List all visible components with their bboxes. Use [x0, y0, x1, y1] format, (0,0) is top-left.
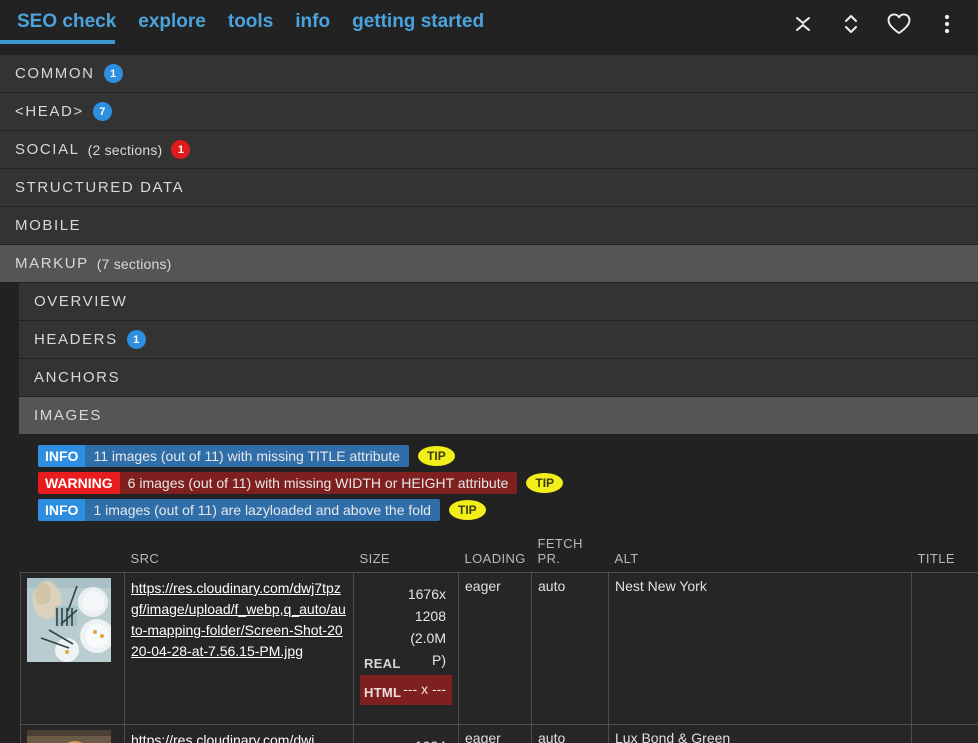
table-header: SRC SIZE LOADING FETCH PR. ALT TITLE [21, 532, 978, 573]
image-alt-cell: Nest New York [609, 573, 912, 725]
column-header-size[interactable]: SIZE [354, 532, 459, 573]
markup-subsection-list: OVERVIEW HEADERS 1 ANCHORS IMAGES [0, 283, 978, 435]
alert-tag: WARNING [38, 472, 120, 494]
image-size-cell: REAL 1676x1208 (2.0MP) HTML --- x --- [354, 573, 459, 725]
section-row-social[interactable]: SOCIAL (2 sections) 1 [0, 131, 978, 169]
size-html-label: HTML [364, 685, 401, 700]
image-fetch-priority-cell: auto [532, 725, 609, 743]
image-alt-cell: Lux Bond & Green [609, 725, 912, 743]
section-title: SOCIAL [15, 141, 80, 158]
nav-item-explore[interactable]: explore [127, 0, 217, 44]
section-title: MOBILE [15, 217, 81, 234]
tip-badge[interactable]: TIP [526, 473, 563, 493]
column-header-src[interactable]: SRC [125, 532, 354, 573]
alert-tag: INFO [38, 445, 85, 467]
image-thumbnail[interactable] [27, 578, 111, 662]
nav-item-tools[interactable]: tools [217, 0, 284, 44]
section-title: STRUCTURED DATA [15, 179, 184, 196]
status-badge: 1 [171, 140, 190, 159]
status-badge: 1 [127, 330, 146, 349]
section-title: COMMON [15, 65, 95, 82]
alert-info-missing-title: INFO 11 images (out of 11) with missing … [38, 445, 409, 467]
subsection-row-anchors[interactable]: ANCHORS [19, 359, 978, 397]
favorite-heart-icon[interactable] [886, 11, 912, 37]
subsection-title: ANCHORS [34, 369, 120, 386]
section-row-common[interactable]: COMMON 1 [0, 55, 978, 93]
image-src-cell: https://res.cloudinary.com/dwj7tpzgf/ima… [125, 573, 354, 725]
expand-all-icon[interactable] [838, 11, 864, 37]
section-row-mobile[interactable]: MOBILE [0, 207, 978, 245]
tip-badge[interactable]: TIP [418, 446, 455, 466]
nav-item-seo-check[interactable]: SEO check [6, 0, 127, 44]
image-loading-cell: eager [459, 725, 532, 743]
toolbar-icons [790, 0, 978, 48]
size-real-block: 1024 [360, 730, 452, 743]
subsection-title: OVERVIEW [34, 293, 127, 310]
section-row-markup[interactable]: MARKUP (7 sections) [0, 245, 978, 283]
column-header-alt[interactable]: ALT [609, 532, 912, 573]
images-table: SRC SIZE LOADING FETCH PR. ALT TITLE [20, 532, 978, 743]
collapse-all-icon[interactable] [790, 11, 816, 37]
active-tab-indicator [0, 40, 115, 44]
alert-text: 1 images (out of 11) are lazyloaded and … [85, 499, 440, 521]
size-real-value: 1676x1208 (2.0MP) [401, 583, 446, 671]
table-body: https://res.cloudinary.com/dwj7tpzgf/ima… [21, 573, 978, 743]
subsection-title: HEADERS [34, 331, 118, 348]
subsection-row-overview[interactable]: OVERVIEW [19, 283, 978, 321]
alert-text: 6 images (out of 11) with missing WIDTH … [120, 472, 518, 494]
image-thumbnail-cell [21, 573, 125, 725]
subsection-row-headers[interactable]: HEADERS 1 [19, 321, 978, 359]
table-row: https://res.cloudinary.com/dwj 1024 eage… [21, 725, 978, 743]
column-header-fetch-pr[interactable]: FETCH PR. [532, 532, 609, 573]
alert-tag: INFO [38, 499, 85, 521]
column-header-thumbnail [21, 532, 125, 573]
top-navigation-bar: SEO check explore tools info getting sta… [0, 0, 978, 55]
table-row: https://res.cloudinary.com/dwj7tpzgf/ima… [21, 573, 978, 725]
size-real-value: 1024 [415, 735, 446, 743]
status-badge: 1 [104, 64, 123, 83]
section-list: COMMON 1 <HEAD> 7 SOCIAL (2 sections) 1 … [0, 55, 978, 435]
tip-badge[interactable]: TIP [449, 500, 486, 520]
alert-warning-missing-dimensions: WARNING 6 images (out of 11) with missin… [38, 472, 517, 494]
alert-row: INFO 1 images (out of 11) are lazyloaded… [38, 499, 978, 521]
column-header-loading[interactable]: LOADING [459, 532, 532, 573]
alert-row: WARNING 6 images (out of 11) with missin… [38, 472, 978, 494]
image-title-cell [912, 573, 978, 725]
section-title: MARKUP [15, 255, 89, 272]
column-header-title[interactable]: TITLE [912, 532, 978, 573]
image-src-link[interactable]: https://res.cloudinary.com/dwj7tpzgf/ima… [131, 580, 346, 659]
image-size-cell: 1024 [354, 725, 459, 743]
alert-text: 11 images (out of 11) with missing TITLE… [85, 445, 409, 467]
subsection-row-images[interactable]: IMAGES [19, 397, 978, 435]
size-html-value: --- x --- [403, 678, 446, 700]
alert-row: INFO 11 images (out of 11) with missing … [38, 445, 978, 467]
nav-item-getting-started[interactable]: getting started [341, 0, 495, 44]
image-fetch-priority-cell: auto [532, 573, 609, 725]
size-html-block: HTML --- x --- [360, 675, 452, 705]
size-real-block: REAL 1676x1208 (2.0MP) [360, 578, 452, 673]
image-loading-cell: eager [459, 573, 532, 725]
size-real-label: REAL [364, 656, 401, 671]
image-title-cell [912, 725, 978, 743]
section-row-structured-data[interactable]: STRUCTURED DATA [0, 169, 978, 207]
images-alert-list: INFO 11 images (out of 11) with missing … [0, 435, 978, 532]
image-src-link[interactable]: https://res.cloudinary.com/dwj [131, 732, 314, 743]
image-thumbnail-cell [21, 725, 125, 743]
status-badge: 7 [93, 102, 112, 121]
section-title: <HEAD> [15, 103, 84, 120]
more-options-icon[interactable] [934, 11, 960, 37]
nav-item-info[interactable]: info [284, 0, 341, 44]
section-subtitle: (7 sections) [97, 256, 172, 272]
subsection-title: IMAGES [34, 407, 102, 424]
alert-info-lazyloaded: INFO 1 images (out of 11) are lazyloaded… [38, 499, 440, 521]
image-thumbnail[interactable] [27, 730, 111, 743]
images-table-container: SRC SIZE LOADING FETCH PR. ALT TITLE [0, 532, 978, 743]
nav-items: SEO check explore tools info getting sta… [0, 0, 495, 44]
section-row-head[interactable]: <HEAD> 7 [0, 93, 978, 131]
image-src-cell: https://res.cloudinary.com/dwj [125, 725, 354, 743]
section-subtitle: (2 sections) [88, 142, 163, 158]
